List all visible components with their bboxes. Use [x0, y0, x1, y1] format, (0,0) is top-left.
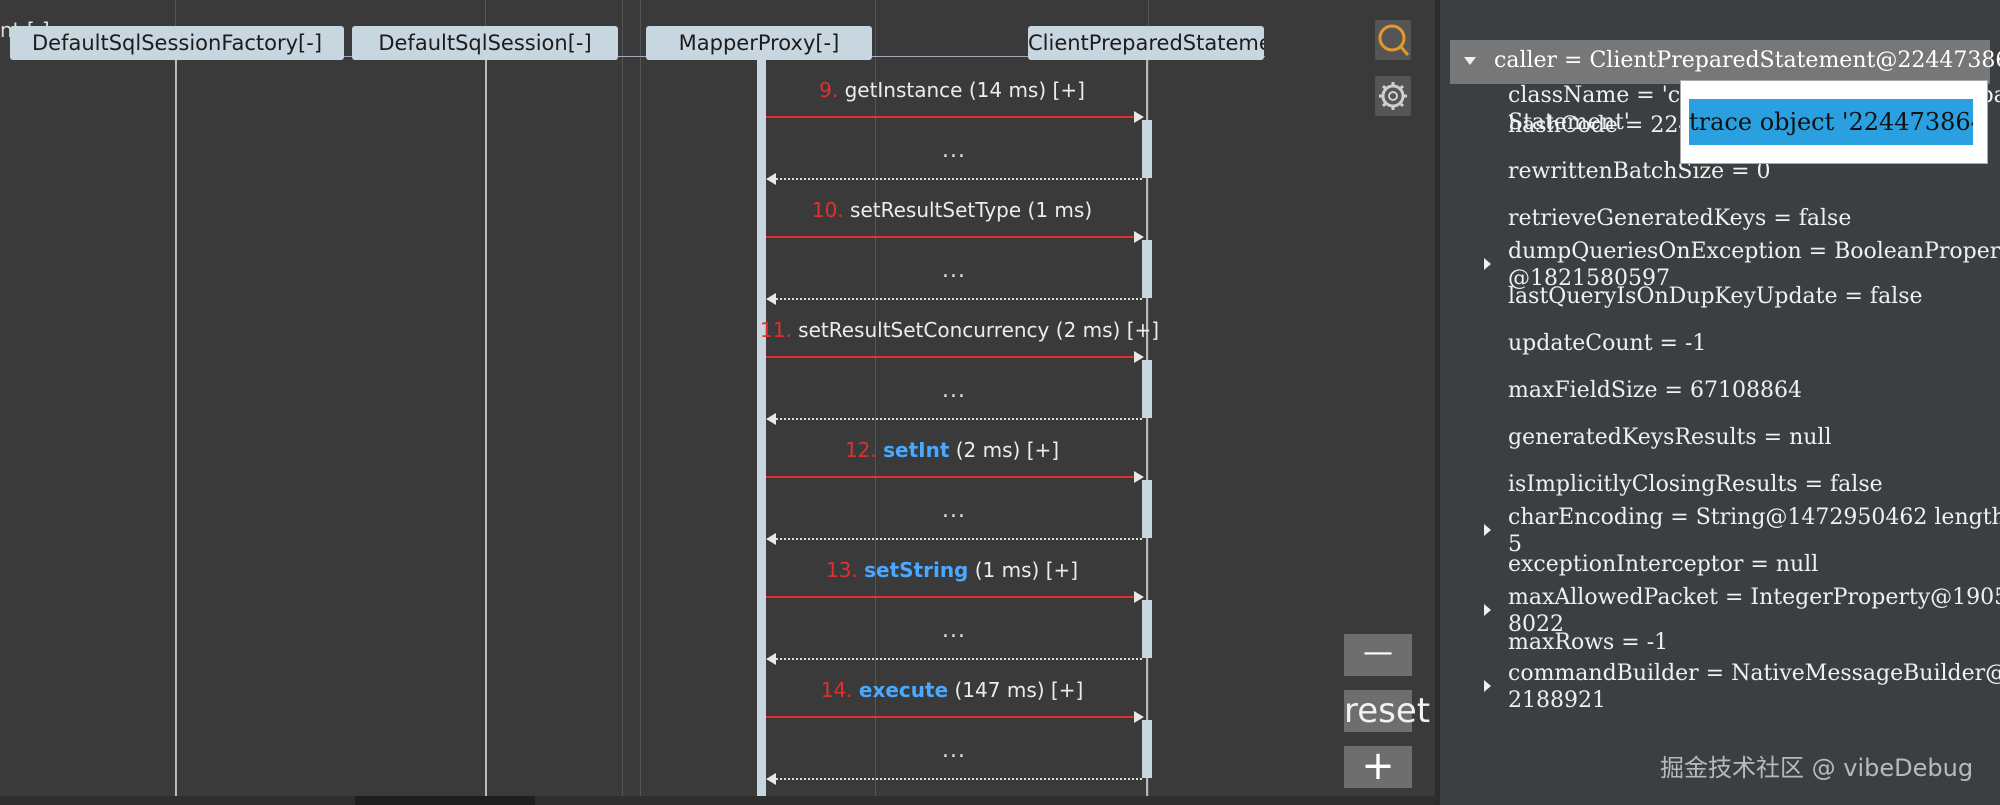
- return-ellipsis: ...: [942, 498, 966, 523]
- return-arrow: [766, 533, 1142, 545]
- property-text: maxAllowedPacket = IntegerProperty@19057…: [1508, 585, 2000, 610]
- zoom-out-button[interactable]: —: [1344, 634, 1412, 676]
- call-method: getInstance: [844, 78, 963, 102]
- gear-icon: [1379, 82, 1407, 110]
- property-text-cont: 2188921: [1508, 688, 1606, 713]
- call-number: 14.: [820, 678, 853, 702]
- caller-label: caller = ClientPreparedStatement@2244738…: [1494, 48, 2000, 73]
- lifeline-header[interactable]: MapperProxy[-]: [646, 26, 872, 60]
- activation-bar: [1142, 720, 1152, 778]
- activation-bar: [1142, 240, 1152, 298]
- property-row: exceptionInterceptor = null: [1508, 551, 1818, 578]
- call-detail: (14 ms) [+]: [962, 78, 1085, 102]
- call-label[interactable]: 11. setResultSetConcurrency (2 ms) [+]: [760, 318, 1159, 342]
- property-row: updateCount = -1: [1508, 330, 1706, 357]
- search-button[interactable]: [1375, 20, 1411, 60]
- return-arrow: [766, 173, 1142, 185]
- return-ellipsis: ...: [942, 138, 966, 163]
- expand-icon[interactable]: [1484, 524, 1491, 536]
- expand-icon[interactable]: [1484, 680, 1491, 692]
- property-text: exceptionInterceptor = null: [1508, 552, 1819, 577]
- reset-button[interactable]: reset: [1344, 690, 1430, 732]
- call-number: 10.: [811, 198, 844, 222]
- property-text: maxRows = -1: [1508, 630, 1669, 655]
- activation-bar: [1142, 480, 1152, 538]
- call-number: 12.: [844, 438, 877, 462]
- call-arrow: [766, 111, 1144, 123]
- grid-line: [640, 0, 641, 805]
- call-label[interactable]: 10. setResultSetType (1 ms): [760, 198, 1144, 222]
- call-detail: (1 ms): [1021, 198, 1093, 222]
- call-label[interactable]: 9. getInstance (14 ms) [+]: [760, 78, 1144, 102]
- property-text: charEncoding = String@1472950462 length …: [1508, 505, 2000, 530]
- caller-row[interactable]: caller = ClientPreparedStatement@2244738…: [1450, 40, 2000, 84]
- activation-bar: [1142, 600, 1152, 658]
- lifeline-header[interactable]: DefaultSqlSessionFactory[-]: [10, 26, 344, 60]
- call-arrow: [766, 231, 1144, 243]
- property-row: retrieveGeneratedKeys = false: [1508, 205, 1851, 232]
- call-method[interactable]: setInt: [883, 438, 949, 462]
- sequence-diagram: nt [-] DefaultSqlSessionFactory[-] Defau…: [0, 0, 1435, 805]
- property-text: dumpQueriesOnException = BooleanProperty: [1508, 239, 2000, 264]
- property-row[interactable]: commandBuilder = NativeMessageBuilder@52…: [1508, 660, 2000, 714]
- zoom-in-button[interactable]: +: [1344, 746, 1412, 788]
- return-arrow: [766, 773, 1142, 785]
- activation-bar: [1142, 360, 1152, 418]
- return-ellipsis: ...: [942, 618, 966, 643]
- lifeline-default-sql-session: [485, 52, 487, 805]
- call-arrow: [766, 711, 1144, 723]
- property-text: generatedKeysResults = null: [1508, 425, 1832, 450]
- trace-tooltip: trace object '224473864': [1680, 80, 1988, 164]
- call-method[interactable]: execute: [859, 678, 948, 702]
- call-detail: (2 ms) [+]: [1049, 318, 1160, 342]
- property-row: maxRows = -1: [1508, 629, 1668, 656]
- lifeline-header[interactable]: DefaultSqlSession[-]: [352, 26, 618, 60]
- property-row: generatedKeysResults = null: [1508, 424, 1832, 451]
- return-arrow: [766, 653, 1142, 665]
- call-number: 9.: [819, 78, 839, 102]
- lifeline-header[interactable]: ClientPreparedStatement: [1028, 26, 1264, 60]
- property-text: updateCount = -1: [1508, 331, 1707, 356]
- property-row[interactable]: charEncoding = String@1472950462 length …: [1508, 504, 2000, 558]
- property-text: commandBuilder = NativeMessageBuilder@52: [1508, 661, 2000, 686]
- return-ellipsis: ...: [942, 378, 966, 403]
- call-label[interactable]: 12. setInt (2 ms) [+]: [760, 438, 1144, 462]
- call-detail: (1 ms) [+]: [968, 558, 1079, 582]
- trace-object-button[interactable]: trace object '224473864': [1689, 99, 1973, 145]
- return-ellipsis: ...: [942, 258, 966, 283]
- call-method: setResultSetConcurrency: [798, 318, 1050, 342]
- call-number: 11.: [760, 318, 792, 342]
- search-icon: [1378, 24, 1410, 56]
- property-text: lastQueryIsOnDupKeyUpdate = false: [1508, 284, 1923, 309]
- settings-button[interactable]: [1375, 76, 1411, 116]
- status-bar: [0, 796, 1435, 805]
- property-row: isImplicitlyClosingResults = false: [1508, 471, 1883, 498]
- call-method: setResultSetType: [850, 198, 1022, 222]
- property-row: lastQueryIsOnDupKeyUpdate = false: [1508, 283, 1923, 310]
- call-label[interactable]: 14. execute (147 ms) [+]: [760, 678, 1144, 702]
- call-method[interactable]: setString: [864, 558, 968, 582]
- property-text: retrieveGeneratedKeys = false: [1508, 206, 1852, 231]
- call-detail: (2 ms) [+]: [949, 438, 1060, 462]
- return-arrow: [766, 293, 1142, 305]
- activation-bar: [1142, 120, 1152, 178]
- property-text: maxFieldSize = 67108864: [1508, 378, 1802, 403]
- call-arrow: [766, 471, 1144, 483]
- chevron-down-icon[interactable]: [1464, 57, 1476, 65]
- property-text: isImplicitlyClosingResults = false: [1508, 472, 1883, 497]
- expand-icon[interactable]: [1484, 604, 1491, 616]
- lifeline-default-sql-session-factory: [175, 52, 177, 805]
- call-label[interactable]: 13. setString (1 ms) [+]: [760, 558, 1144, 582]
- grid-line: [622, 0, 623, 805]
- call-detail: (147 ms) [+]: [948, 678, 1084, 702]
- bottom-tab[interactable]: [355, 796, 535, 805]
- call-number: 13.: [825, 558, 858, 582]
- watermark: 掘金技术社区 @ vibeDebug: [1660, 754, 1974, 782]
- call-arrow: [766, 591, 1144, 603]
- return-arrow: [766, 413, 1142, 425]
- expand-icon[interactable]: [1484, 258, 1491, 270]
- call-arrow: [766, 351, 1144, 363]
- return-ellipsis: ...: [942, 738, 966, 763]
- property-row: maxFieldSize = 67108864: [1508, 377, 1802, 404]
